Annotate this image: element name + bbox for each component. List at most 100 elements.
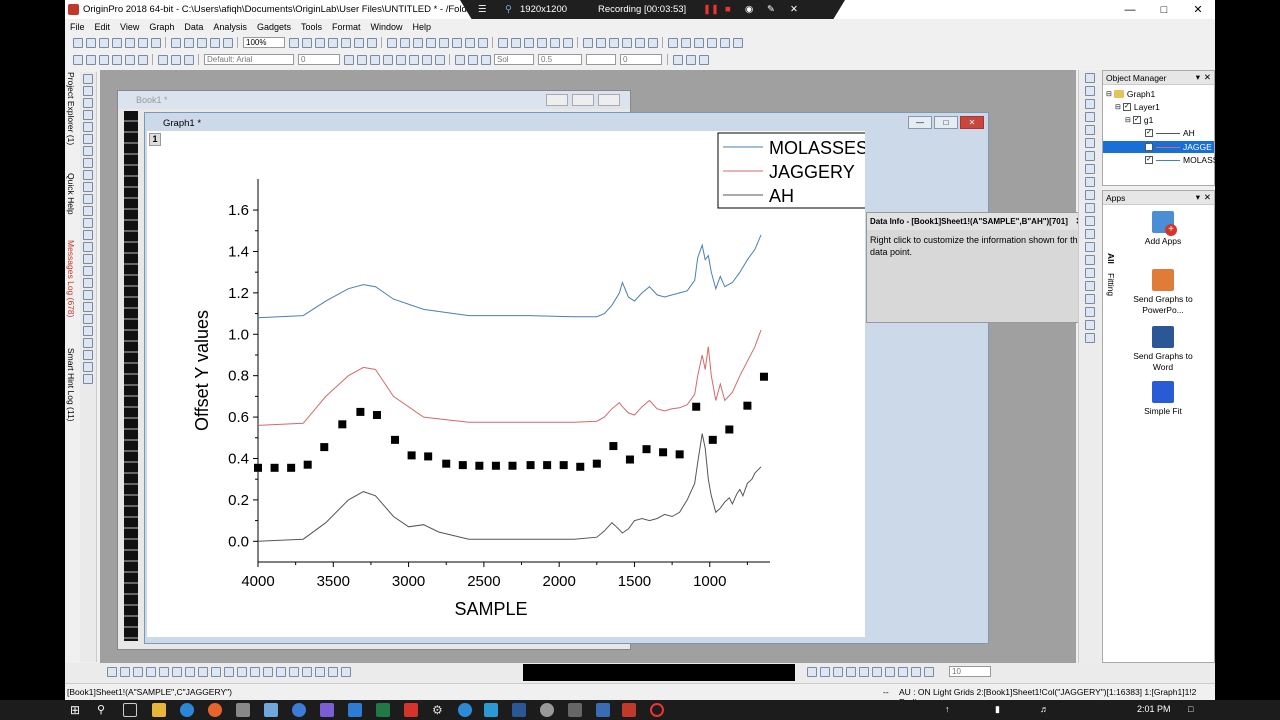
- distribute-icon[interactable]: [1085, 281, 1095, 291]
- tab-messages-log[interactable]: Messages Log (678): [66, 240, 76, 318]
- results-log-icon[interactable]: [340, 37, 351, 48]
- palette-icon[interactable]: [693, 37, 704, 48]
- legend-icon[interactable]: [1085, 242, 1095, 252]
- vector-icon[interactable]: [210, 667, 221, 677]
- area-plot-icon[interactable]: [1085, 138, 1095, 148]
- outlook-icon[interactable]: [348, 703, 362, 717]
- annotation-tool-icon[interactable]: [83, 290, 93, 300]
- line-style-combo[interactable]: Sol: [494, 54, 534, 65]
- matrix-plot-icon[interactable]: [275, 667, 286, 677]
- surface-icon[interactable]: [301, 667, 312, 677]
- plot-line-icon[interactable]: [132, 667, 143, 677]
- align-left-icon[interactable]: [806, 667, 817, 677]
- format-painter-icon[interactable]: [124, 54, 135, 65]
- tree-item-jaggery[interactable]: ✓ JAGGE: [1103, 141, 1214, 153]
- grid-icon[interactable]: [732, 37, 743, 48]
- move-last-icon[interactable]: [621, 37, 632, 48]
- symbol-color-icon[interactable]: [685, 54, 696, 65]
- tree-layer1[interactable]: ⊟ ✓ Layer1: [1115, 102, 1160, 112]
- new-layout-icon[interactable]: [137, 37, 148, 48]
- stat-plot-icon[interactable]: [1085, 190, 1095, 200]
- menu-gadgets[interactable]: Gadgets: [252, 22, 296, 32]
- paste-icon[interactable]: [98, 54, 109, 65]
- box-chart-icon[interactable]: [249, 667, 260, 677]
- insert-graph-icon[interactable]: [83, 302, 93, 312]
- align-right-icon[interactable]: [819, 667, 830, 677]
- line-chart[interactable]: 0.0 0.2 0.4 0.6 0.8 1.0 1.2 1.4 1.6 4000 3500 3000 2…: [147, 131, 865, 637]
- menu-view[interactable]: View: [115, 22, 144, 32]
- open-template-icon[interactable]: [183, 37, 194, 48]
- font-color-icon[interactable]: [421, 54, 432, 65]
- data-info-panel[interactable]: Data Info - [Book1]Sheet1!(A"SAMPLE",B"A…: [866, 212, 1088, 323]
- merge-icon[interactable]: [464, 37, 475, 48]
- firefox-icon[interactable]: [208, 703, 222, 717]
- volume-tray-icon[interactable]: ♬: [1040, 704, 1049, 714]
- new-function-icon[interactable]: [124, 37, 135, 48]
- menu-icon[interactable]: ☰: [478, 4, 487, 15]
- tree-g1[interactable]: ⊟ ✓ g1: [1125, 115, 1153, 125]
- data-reader-icon[interactable]: [83, 122, 93, 132]
- g1-checkbox[interactable]: ✓: [1132, 116, 1141, 124]
- insert-table-icon[interactable]: [83, 314, 93, 324]
- text-align-icon[interactable]: [434, 54, 445, 65]
- set-label-icon[interactable]: [549, 37, 560, 48]
- duplicate-icon[interactable]: [301, 37, 312, 48]
- new-workbook-icon[interactable]: [85, 37, 96, 48]
- menu-analysis[interactable]: Analysis: [208, 22, 252, 32]
- menu-format[interactable]: Format: [327, 22, 366, 32]
- polar-icon[interactable]: [184, 667, 195, 677]
- line-dash-icon[interactable]: [119, 667, 130, 677]
- circle-tool-icon[interactable]: [83, 242, 93, 252]
- teams-icon[interactable]: [320, 703, 334, 717]
- stack-icon[interactable]: [158, 667, 169, 677]
- excel-icon[interactable]: [376, 703, 390, 717]
- menu-tools[interactable]: Tools: [296, 22, 327, 32]
- axis-icon[interactable]: [1085, 229, 1095, 239]
- fill-color-icon[interactable]: [454, 54, 465, 65]
- paste-format-icon[interactable]: [183, 54, 194, 65]
- move-up-icon[interactable]: [634, 37, 645, 48]
- group-icon[interactable]: [1085, 294, 1095, 304]
- image-plot-icon[interactable]: [340, 667, 351, 677]
- apps-close-icon[interactable]: ✕: [1204, 192, 1211, 203]
- bold-icon[interactable]: [343, 54, 354, 65]
- recorder-close-icon[interactable]: ✕: [790, 4, 798, 15]
- tab-project-explorer[interactable]: Project Explorer (1): [66, 72, 76, 145]
- layer-icon-tool[interactable]: [83, 362, 93, 372]
- font-combo[interactable]: Default: Arial: [204, 54, 294, 65]
- new-project-icon[interactable]: [72, 37, 83, 48]
- graph-page[interactable]: 1 0.0 0.2 0.4 0.6 0.8 1.0 1.2 1.4 1.6 4000 3500 300…: [147, 131, 865, 637]
- tree-item-molasses[interactable]: ✓ MOLASS: [1145, 155, 1215, 165]
- screen-reader-icon[interactable]: [83, 110, 93, 120]
- front-icon[interactable]: [1085, 320, 1095, 330]
- rescale-icon[interactable]: [399, 37, 410, 48]
- save-icon[interactable]: [196, 37, 207, 48]
- insert-equation-icon[interactable]: [83, 326, 93, 336]
- network-tray-icon[interactable]: ↑: [945, 704, 950, 714]
- file-explorer-icon[interactable]: [152, 703, 166, 717]
- layer1-checkbox[interactable]: ✓: [1122, 103, 1131, 111]
- pin-icon[interactable]: ⚲: [505, 4, 512, 15]
- same-width-icon[interactable]: [871, 667, 882, 677]
- ah-checkbox[interactable]: ✓: [1145, 129, 1153, 137]
- bar-chart-icon[interactable]: [145, 667, 156, 677]
- menu-help[interactable]: Help: [408, 22, 437, 32]
- freehand-tool-icon[interactable]: [83, 278, 93, 288]
- notifications-icon[interactable]: □: [1188, 704, 1193, 714]
- book1-minimize-button[interactable]: [546, 94, 568, 106]
- same-height-icon[interactable]: [884, 667, 895, 677]
- scale-tool-icon[interactable]: [83, 98, 93, 108]
- lock-icon[interactable]: [719, 37, 730, 48]
- curved-arrow-icon[interactable]: [83, 206, 93, 216]
- line-plot-icon[interactable]: [1085, 86, 1095, 96]
- minimize-button[interactable]: —: [1113, 0, 1147, 19]
- menu-data[interactable]: Data: [179, 22, 208, 32]
- move-left-icon[interactable]: [582, 37, 593, 48]
- bubble-icon[interactable]: [223, 667, 234, 677]
- zoom-out-icon[interactable]: [425, 37, 436, 48]
- graph1-maximize-button[interactable]: □: [934, 116, 958, 129]
- italic-icon[interactable]: [356, 54, 367, 65]
- pointer-tool-icon[interactable]: [83, 74, 93, 84]
- new-matrix-icon[interactable]: [111, 37, 122, 48]
- underline-icon[interactable]: [369, 54, 380, 65]
